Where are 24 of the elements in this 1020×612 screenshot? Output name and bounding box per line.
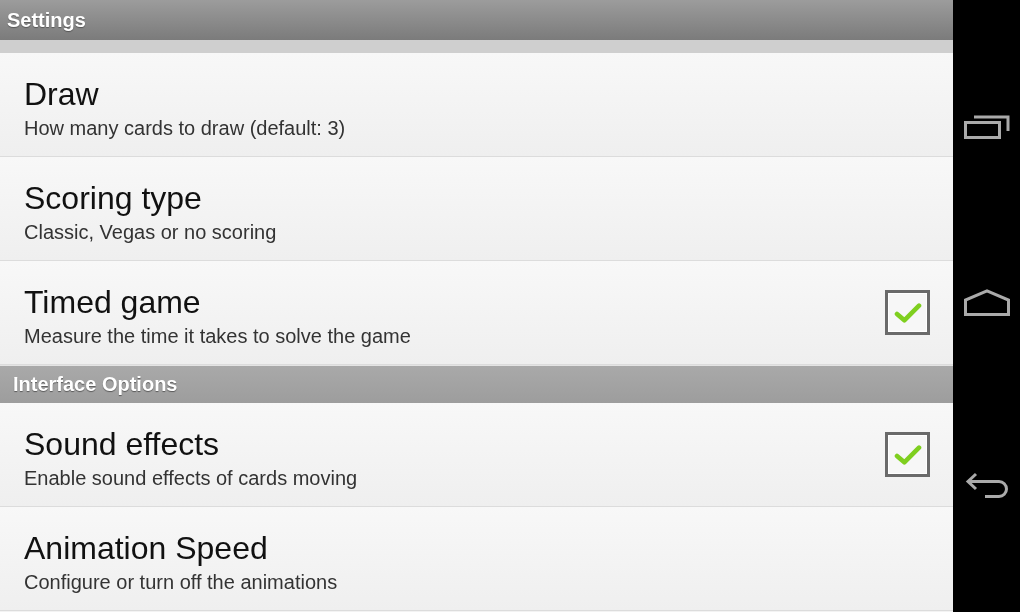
section-header: Interface Options bbox=[0, 365, 953, 403]
preference-summary: How many cards to draw (default: 3) bbox=[24, 115, 346, 141]
preference-row[interactable]: Scoring type Classic, Vegas or no scoring bbox=[0, 157, 953, 261]
recent-apps-icon[interactable] bbox=[963, 115, 1010, 139]
preference-row[interactable]: Animation Speed Configure or turn off the animations bbox=[0, 507, 953, 611]
preference-title: Draw bbox=[24, 74, 99, 113]
back-icon[interactable] bbox=[964, 472, 1009, 498]
checkbox[interactable] bbox=[885, 432, 930, 477]
checkmark-icon bbox=[893, 301, 922, 324]
preference-summary: Configure or turn off the animations bbox=[24, 569, 338, 595]
preference-row[interactable]: Draw How many cards to draw (default: 3) bbox=[0, 53, 953, 157]
preference-title: Animation Speed bbox=[24, 528, 268, 567]
preference-row[interactable]: Timed game Measure the time it takes to solve the game bbox=[0, 261, 953, 365]
screen-title: Settings bbox=[7, 8, 86, 32]
checkmark-icon bbox=[893, 443, 922, 466]
preference-summary: Measure the time it takes to solve the game bbox=[24, 323, 411, 349]
home-icon[interactable] bbox=[963, 289, 1010, 316]
preference-title: Timed game bbox=[24, 282, 201, 321]
preference-title: Sound effects bbox=[24, 424, 220, 463]
preference-title: Scoring type bbox=[24, 178, 202, 217]
checkbox[interactable] bbox=[885, 290, 930, 335]
preference-row[interactable]: Sound effects Enable sound effects of cards moving bbox=[0, 403, 953, 507]
preference-summary: Classic, Vegas or no scoring bbox=[24, 219, 277, 245]
preference-summary: Enable sound effects of cards moving bbox=[24, 465, 358, 491]
